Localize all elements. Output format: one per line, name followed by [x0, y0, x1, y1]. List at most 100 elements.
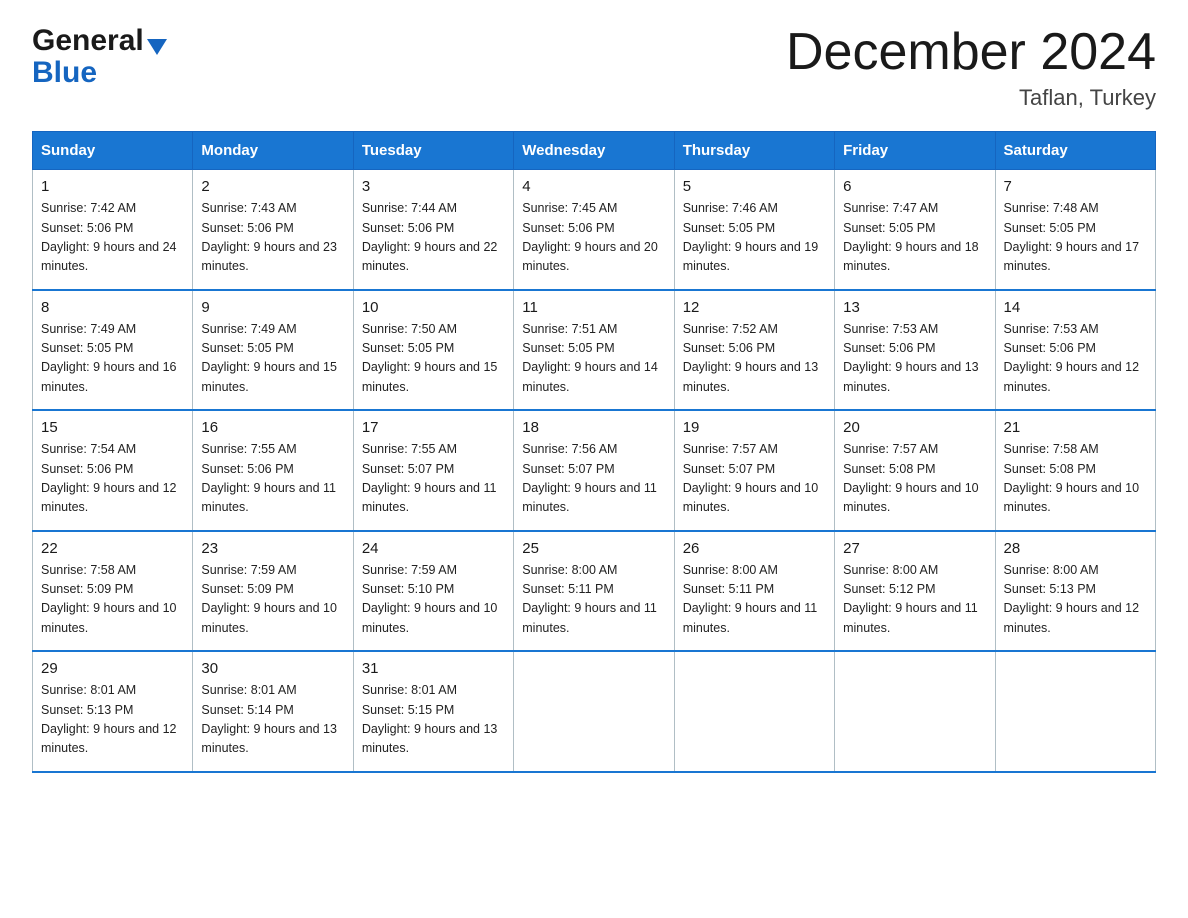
weekday-header-thursday: Thursday [674, 132, 834, 170]
calendar-cell: 16 Sunrise: 7:55 AMSunset: 5:06 PMDaylig… [193, 410, 353, 531]
calendar-cell: 4 Sunrise: 7:45 AMSunset: 5:06 PMDayligh… [514, 170, 674, 290]
day-number: 1 [41, 178, 184, 195]
day-info: Sunrise: 8:00 AMSunset: 5:12 PMDaylight:… [843, 563, 978, 635]
calendar-cell: 12 Sunrise: 7:52 AMSunset: 5:06 PMDaylig… [674, 290, 834, 411]
day-info: Sunrise: 7:59 AMSunset: 5:10 PMDaylight:… [362, 563, 498, 635]
day-number: 2 [201, 178, 344, 195]
title-area: December 2024 Taflan, Turkey [786, 24, 1156, 111]
calendar-cell: 15 Sunrise: 7:54 AMSunset: 5:06 PMDaylig… [33, 410, 193, 531]
calendar-cell: 29 Sunrise: 8:01 AMSunset: 5:13 PMDaylig… [33, 651, 193, 772]
day-info: Sunrise: 7:45 AMSunset: 5:06 PMDaylight:… [522, 201, 658, 273]
day-info: Sunrise: 7:56 AMSunset: 5:07 PMDaylight:… [522, 442, 657, 514]
calendar-cell: 20 Sunrise: 7:57 AMSunset: 5:08 PMDaylig… [835, 410, 995, 531]
page-header: General Blue December 2024 Taflan, Turke… [32, 24, 1156, 111]
day-info: Sunrise: 7:49 AMSunset: 5:05 PMDaylight:… [41, 322, 177, 394]
day-info: Sunrise: 8:01 AMSunset: 5:14 PMDaylight:… [201, 683, 337, 755]
day-number: 19 [683, 419, 826, 436]
day-number: 16 [201, 419, 344, 436]
calendar-week-2: 8 Sunrise: 7:49 AMSunset: 5:05 PMDayligh… [33, 290, 1156, 411]
day-info: Sunrise: 7:52 AMSunset: 5:06 PMDaylight:… [683, 322, 819, 394]
calendar-cell: 21 Sunrise: 7:58 AMSunset: 5:08 PMDaylig… [995, 410, 1155, 531]
day-number: 3 [362, 178, 505, 195]
calendar-cell [674, 651, 834, 772]
day-info: Sunrise: 7:58 AMSunset: 5:09 PMDaylight:… [41, 563, 177, 635]
day-info: Sunrise: 8:00 AMSunset: 5:11 PMDaylight:… [683, 563, 818, 635]
day-info: Sunrise: 8:01 AMSunset: 5:13 PMDaylight:… [41, 683, 177, 755]
calendar-cell: 6 Sunrise: 7:47 AMSunset: 5:05 PMDayligh… [835, 170, 995, 290]
calendar-cell: 9 Sunrise: 7:49 AMSunset: 5:05 PMDayligh… [193, 290, 353, 411]
calendar-cell [995, 651, 1155, 772]
calendar-cell: 10 Sunrise: 7:50 AMSunset: 5:05 PMDaylig… [353, 290, 513, 411]
day-info: Sunrise: 7:58 AMSunset: 5:08 PMDaylight:… [1004, 442, 1140, 514]
calendar-cell: 8 Sunrise: 7:49 AMSunset: 5:05 PMDayligh… [33, 290, 193, 411]
calendar-cell: 14 Sunrise: 7:53 AMSunset: 5:06 PMDaylig… [995, 290, 1155, 411]
day-info: Sunrise: 7:53 AMSunset: 5:06 PMDaylight:… [1004, 322, 1140, 394]
calendar-week-5: 29 Sunrise: 8:01 AMSunset: 5:13 PMDaylig… [33, 651, 1156, 772]
calendar-week-1: 1 Sunrise: 7:42 AMSunset: 5:06 PMDayligh… [33, 170, 1156, 290]
day-number: 8 [41, 299, 184, 316]
calendar-cell: 24 Sunrise: 7:59 AMSunset: 5:10 PMDaylig… [353, 531, 513, 652]
calendar-cell: 26 Sunrise: 8:00 AMSunset: 5:11 PMDaylig… [674, 531, 834, 652]
logo: General Blue [32, 24, 167, 88]
calendar-cell: 7 Sunrise: 7:48 AMSunset: 5:05 PMDayligh… [995, 170, 1155, 290]
day-number: 31 [362, 660, 505, 677]
day-number: 21 [1004, 419, 1147, 436]
logo-blue: Blue [32, 58, 97, 88]
calendar-cell: 19 Sunrise: 7:57 AMSunset: 5:07 PMDaylig… [674, 410, 834, 531]
calendar-cell: 31 Sunrise: 8:01 AMSunset: 5:15 PMDaylig… [353, 651, 513, 772]
calendar-cell: 1 Sunrise: 7:42 AMSunset: 5:06 PMDayligh… [33, 170, 193, 290]
calendar-cell: 23 Sunrise: 7:59 AMSunset: 5:09 PMDaylig… [193, 531, 353, 652]
day-number: 20 [843, 419, 986, 436]
day-number: 27 [843, 540, 986, 557]
day-number: 5 [683, 178, 826, 195]
day-info: Sunrise: 7:47 AMSunset: 5:05 PMDaylight:… [843, 201, 979, 273]
calendar-cell [514, 651, 674, 772]
weekday-header-saturday: Saturday [995, 132, 1155, 170]
day-info: Sunrise: 7:50 AMSunset: 5:05 PMDaylight:… [362, 322, 498, 394]
day-info: Sunrise: 8:00 AMSunset: 5:11 PMDaylight:… [522, 563, 657, 635]
calendar-cell: 13 Sunrise: 7:53 AMSunset: 5:06 PMDaylig… [835, 290, 995, 411]
day-info: Sunrise: 7:42 AMSunset: 5:06 PMDaylight:… [41, 201, 177, 273]
day-number: 13 [843, 299, 986, 316]
weekday-header-wednesday: Wednesday [514, 132, 674, 170]
day-info: Sunrise: 7:51 AMSunset: 5:05 PMDaylight:… [522, 322, 658, 394]
weekday-header-friday: Friday [835, 132, 995, 170]
day-number: 23 [201, 540, 344, 557]
day-number: 4 [522, 178, 665, 195]
day-number: 24 [362, 540, 505, 557]
day-info: Sunrise: 7:57 AMSunset: 5:08 PMDaylight:… [843, 442, 979, 514]
day-info: Sunrise: 7:46 AMSunset: 5:05 PMDaylight:… [683, 201, 819, 273]
day-number: 15 [41, 419, 184, 436]
day-number: 22 [41, 540, 184, 557]
logo-general: General [32, 24, 144, 58]
location-title: Taflan, Turkey [786, 85, 1156, 111]
day-info: Sunrise: 8:00 AMSunset: 5:13 PMDaylight:… [1004, 563, 1140, 635]
day-info: Sunrise: 7:55 AMSunset: 5:07 PMDaylight:… [362, 442, 497, 514]
weekday-header-sunday: Sunday [33, 132, 193, 170]
logo-triangle-icon [147, 39, 167, 55]
month-title: December 2024 [786, 24, 1156, 81]
day-info: Sunrise: 7:59 AMSunset: 5:09 PMDaylight:… [201, 563, 337, 635]
calendar-cell: 18 Sunrise: 7:56 AMSunset: 5:07 PMDaylig… [514, 410, 674, 531]
calendar-cell [835, 651, 995, 772]
calendar-cell: 17 Sunrise: 7:55 AMSunset: 5:07 PMDaylig… [353, 410, 513, 531]
day-number: 12 [683, 299, 826, 316]
weekday-header-tuesday: Tuesday [353, 132, 513, 170]
calendar-week-3: 15 Sunrise: 7:54 AMSunset: 5:06 PMDaylig… [33, 410, 1156, 531]
day-number: 10 [362, 299, 505, 316]
day-info: Sunrise: 7:44 AMSunset: 5:06 PMDaylight:… [362, 201, 498, 273]
day-info: Sunrise: 7:53 AMSunset: 5:06 PMDaylight:… [843, 322, 979, 394]
day-number: 14 [1004, 299, 1147, 316]
day-number: 30 [201, 660, 344, 677]
day-number: 26 [683, 540, 826, 557]
day-number: 6 [843, 178, 986, 195]
weekday-header-monday: Monday [193, 132, 353, 170]
calendar-cell: 22 Sunrise: 7:58 AMSunset: 5:09 PMDaylig… [33, 531, 193, 652]
day-number: 28 [1004, 540, 1147, 557]
day-number: 29 [41, 660, 184, 677]
day-number: 18 [522, 419, 665, 436]
day-number: 25 [522, 540, 665, 557]
day-number: 7 [1004, 178, 1147, 195]
calendar-week-4: 22 Sunrise: 7:58 AMSunset: 5:09 PMDaylig… [33, 531, 1156, 652]
day-info: Sunrise: 7:54 AMSunset: 5:06 PMDaylight:… [41, 442, 177, 514]
